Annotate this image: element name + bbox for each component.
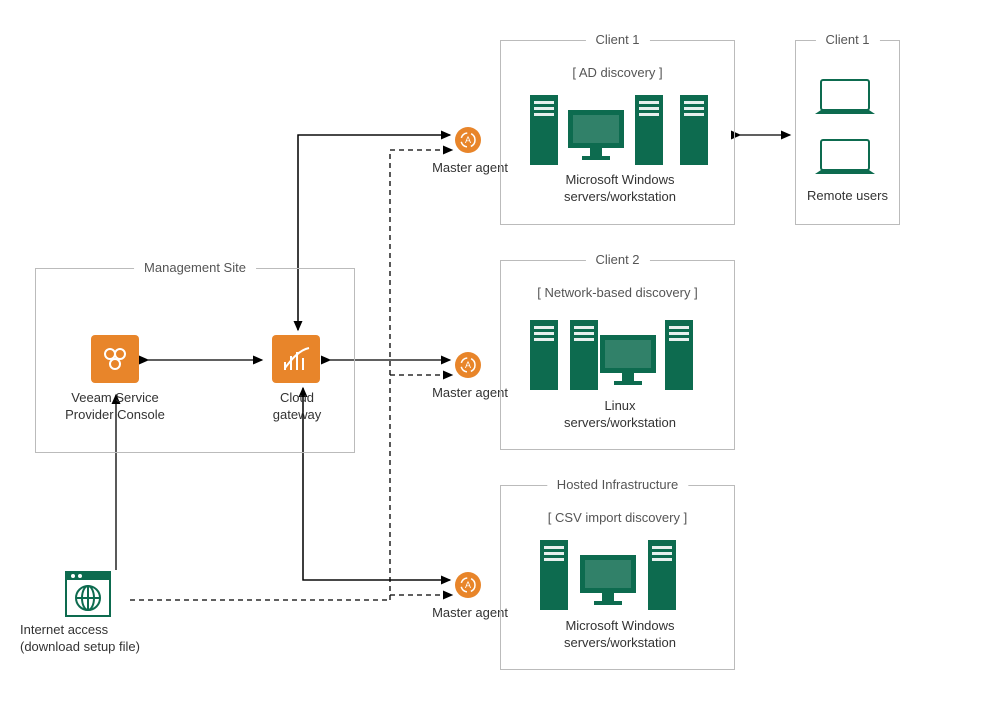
svg-text:A: A — [465, 360, 471, 370]
master-agent-label-3: Master agent — [430, 605, 510, 622]
hosted-title: Hosted Infrastructure — [547, 477, 688, 492]
client2-label: Linux servers/workstation — [520, 398, 720, 432]
svg-text:A: A — [465, 135, 471, 145]
svg-text:A: A — [465, 580, 471, 590]
master-agent-label-2: Master agent — [430, 385, 510, 402]
client2-title: Client 2 — [585, 252, 649, 267]
master-agent-icon-3: A — [455, 572, 481, 598]
internet-access-label: Internet access (download setup file) — [20, 622, 180, 656]
client1-label: Microsoft Windows servers/workstation — [520, 172, 720, 206]
management-site-title: Management Site — [134, 260, 256, 275]
cloud-gateway-label: Cloud gateway — [252, 390, 342, 424]
master-agent-label-1: Master agent — [430, 160, 510, 177]
client1-title: Client 1 — [585, 32, 649, 47]
hosted-discovery: [ CSV import discovery ] — [500, 510, 735, 527]
remote-label: Remote users — [795, 188, 900, 205]
master-agent-icon-1: A — [455, 127, 481, 153]
client1-discovery: [ AD discovery ] — [500, 65, 735, 82]
vspc-icon — [91, 335, 139, 383]
master-agent-icon-2: A — [455, 352, 481, 378]
remote-title: Client 1 — [815, 32, 879, 47]
vspc-label: Veeam Service Provider Console — [60, 390, 170, 424]
hosted-label: Microsoft Windows servers/workstation — [520, 618, 720, 652]
client2-discovery: [ Network-based discovery ] — [500, 285, 735, 302]
cloud-gateway-icon — [272, 335, 320, 383]
